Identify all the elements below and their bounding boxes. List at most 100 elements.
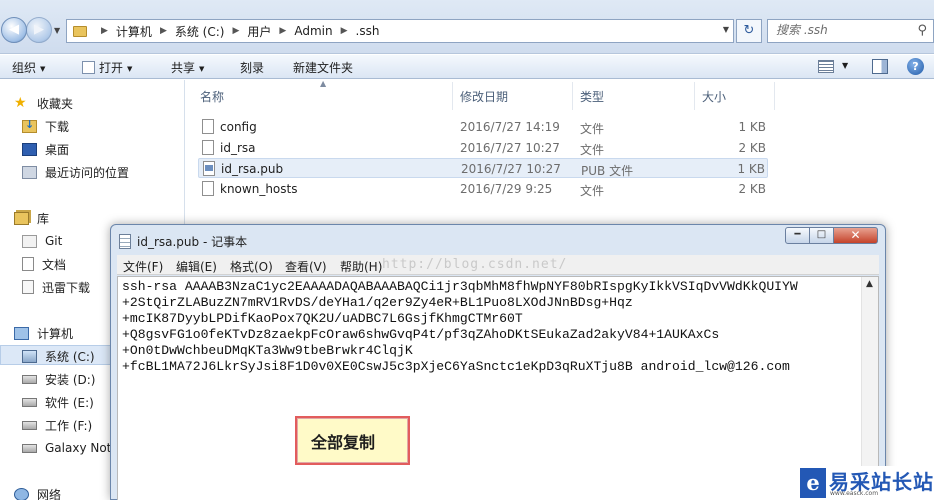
file-type: 文件 <box>580 143 605 157</box>
notepad-text-area[interactable]: ssh-rsa AAAAB3NzaC1yc2EAAAADAQABAAABAQCi… <box>117 276 879 500</box>
breadcrumb-ssh[interactable]: .ssh <box>356 24 380 38</box>
menu-edit[interactable]: 编辑(E) <box>176 258 217 275</box>
file-row[interactable]: known_hosts 2016/7/29 9:25 文件 2 KB <box>198 179 768 199</box>
scroll-up-icon[interactable]: ▲ <box>866 279 873 289</box>
nav-item-galaxy-note[interactable]: Galaxy Not <box>22 439 111 457</box>
nav-item-drive-f[interactable]: 工作 (F:) <box>22 416 92 434</box>
file-size: 2 KB <box>738 141 766 155</box>
nav-documents-label: 文档 <box>42 257 67 272</box>
breadcrumb-separator-icon[interactable]: ▶ <box>232 26 239 36</box>
column-divider[interactable] <box>774 82 775 110</box>
nav-drive-c-label: 系统 (C:) <box>45 349 95 364</box>
minimize-button[interactable]: ━ <box>785 227 810 244</box>
documents-icon <box>22 257 34 271</box>
file-date: 2016/7/27 10:27 <box>461 162 561 176</box>
file-size: 1 KB <box>738 120 766 134</box>
file-row[interactable]: id_rsa 2016/7/27 10:27 文件 2 KB <box>198 138 768 158</box>
breadcrumb-computer[interactable]: 计算机 <box>116 23 152 40</box>
maximize-button[interactable]: □ <box>809 227 834 244</box>
nav-network-label: 网络 <box>37 487 62 500</box>
share-menu[interactable]: 共享 ▼ <box>171 59 204 76</box>
nav-git-label: Git <box>45 234 63 248</box>
breadcrumb-separator-icon[interactable]: ▶ <box>341 26 348 36</box>
site-logo: e 易采站长站 www.easck.com <box>796 466 934 500</box>
device-icon <box>22 443 37 453</box>
drive-icon <box>22 397 37 407</box>
file-name: known_hosts <box>220 182 298 196</box>
nav-recent-label: 最近访问的位置 <box>45 165 130 180</box>
breadcrumb-drive-c[interactable]: 系统 (C:) <box>175 23 225 40</box>
close-button[interactable]: ✕ <box>833 227 878 244</box>
view-options-icon[interactable] <box>818 60 834 73</box>
file-row[interactable]: config 2016/7/27 14:19 文件 1 KB <box>198 117 768 137</box>
chevron-down-icon: ▼ <box>199 64 205 73</box>
nav-item-drive-c[interactable]: 系统 (C:) <box>22 347 95 365</box>
menu-help[interactable]: 帮助(H) <box>340 258 382 275</box>
text-line: ssh-rsa AAAAB3NzaC1yc2EAAAADAQABAAABAQCi… <box>122 279 798 294</box>
file-type: 文件 <box>580 122 605 136</box>
drive-icon <box>22 420 37 430</box>
file-type: PUB 文件 <box>581 164 634 178</box>
file-date: 2016/7/29 9:25 <box>460 182 553 196</box>
desktop-icon <box>22 142 37 156</box>
breadcrumb-admin[interactable]: Admin <box>294 24 332 38</box>
nav-favorites[interactable]: ★ 收藏夹 <box>14 94 73 112</box>
column-header-date[interactable]: 修改日期 <box>460 88 508 105</box>
nav-item-git[interactable]: Git <box>22 232 62 250</box>
annotation-text: 全部复制 <box>311 433 376 452</box>
notepad-title: id_rsa.pub - 记事本 <box>137 234 248 249</box>
organize-menu[interactable]: 组织 ▼ <box>12 59 45 76</box>
file-date: 2016/7/27 14:19 <box>460 120 560 134</box>
breadcrumb-separator-icon[interactable]: ▶ <box>101 26 108 36</box>
nav-computer[interactable]: 计算机 <box>14 324 73 342</box>
breadcrumb-separator-icon[interactable]: ▶ <box>279 26 286 36</box>
burn-button[interactable]: 刻录 <box>240 59 264 76</box>
new-folder-button[interactable]: 新建文件夹 <box>293 59 353 76</box>
refresh-button[interactable]: ↻ <box>736 19 762 43</box>
view-chevron-down-icon[interactable]: ▼ <box>842 61 848 70</box>
organize-label: 组织 <box>12 61 37 75</box>
nav-item-documents[interactable]: 文档 <box>22 255 66 273</box>
nav-network[interactable]: 网络 <box>14 485 61 500</box>
nav-item-desktop[interactable]: 桌面 <box>22 140 69 158</box>
system-drive-icon <box>22 349 37 363</box>
preview-pane-icon[interactable] <box>872 59 888 74</box>
forward-button[interactable]: ▶ <box>26 17 52 43</box>
breadcrumb-users[interactable]: 用户 <box>247 23 271 40</box>
notepad-titlebar[interactable]: id_rsa.pub - 记事本 <box>119 231 247 251</box>
menu-view[interactable]: 查看(V) <box>285 258 327 275</box>
blog-watermark: http://blog.csdn.net/ <box>382 257 568 272</box>
back-button[interactable]: ◀ <box>1 17 27 43</box>
computer-icon <box>14 326 29 340</box>
help-icon[interactable]: ? <box>907 58 924 75</box>
open-button[interactable]: 打开 ▼ <box>82 59 132 76</box>
nav-item-thunder-downloads[interactable]: 迅雷下载 <box>22 278 90 296</box>
address-bar: ◀ ▶ ▼ ▶ 计算机 ▶ 系统 (C:) ▶ 用户 ▶ Admin ▶ .ss… <box>0 0 934 54</box>
breadcrumb-separator-icon[interactable]: ▶ <box>160 26 167 36</box>
command-bar: 组织 ▼ 打开 ▼ 共享 ▼ 刻录 新建文件夹 ▼ ? <box>0 55 934 79</box>
column-header-size[interactable]: 大小 <box>702 88 726 105</box>
search-icon[interactable]: ⚲ <box>917 23 927 38</box>
column-divider[interactable] <box>572 82 573 110</box>
column-header-type[interactable]: 类型 <box>580 88 604 105</box>
address-dropdown-icon[interactable]: ▼ <box>723 25 729 34</box>
nav-downloads-label: 下载 <box>45 119 70 134</box>
nav-drive-d-label: 安装 (D:) <box>45 372 96 387</box>
column-divider[interactable] <box>694 82 695 110</box>
nav-item-drive-d[interactable]: 安装 (D:) <box>22 370 95 388</box>
nav-libraries[interactable]: 库 <box>14 209 49 227</box>
address-input[interactable]: ▶ 计算机 ▶ 系统 (C:) ▶ 用户 ▶ Admin ▶ .ssh ▼ <box>66 19 734 43</box>
menu-file[interactable]: 文件(F) <box>123 258 163 275</box>
nav-item-downloads[interactable]: 下载 <box>22 117 69 135</box>
menu-format[interactable]: 格式(O) <box>230 258 273 275</box>
recent-pages-chevron-icon[interactable]: ▼ <box>54 26 60 35</box>
nav-item-drive-e[interactable]: 软件 (E:) <box>22 393 94 411</box>
column-divider[interactable] <box>452 82 453 110</box>
nav-item-recent-places[interactable]: 最近访问的位置 <box>22 163 129 181</box>
file-row-selected[interactable]: id_rsa.pub 2016/7/27 10:27 PUB 文件 1 KB <box>198 158 768 178</box>
search-input[interactable] <box>776 23 906 37</box>
text-line: +mcIK87DyybLPDifKaoPox7QK2U/uADBC7L6Gsjf… <box>122 311 523 326</box>
search-box[interactable]: ⚲ <box>767 19 934 43</box>
column-header-name[interactable]: 名称 <box>200 88 224 105</box>
logo-subtext: www.easck.com <box>830 490 879 497</box>
